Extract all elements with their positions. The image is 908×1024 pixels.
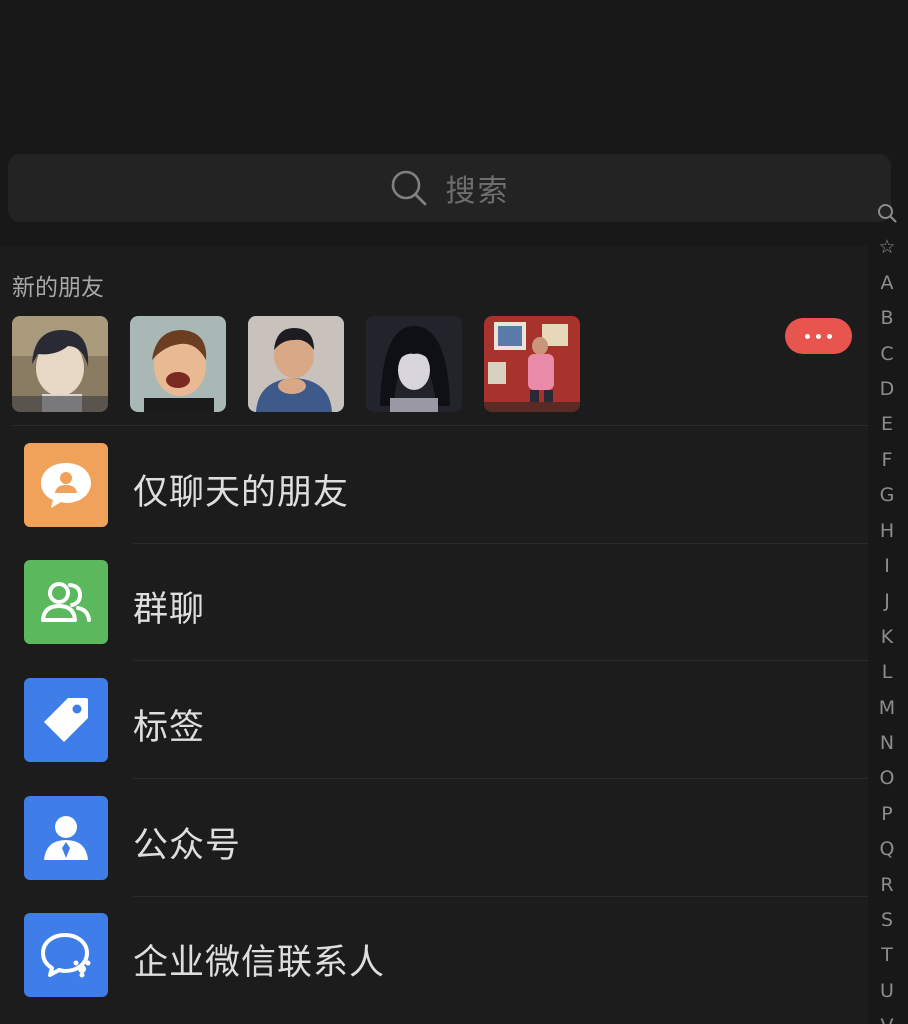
- official-account-icon: [24, 796, 108, 880]
- search-placeholder: 搜索: [445, 174, 510, 209]
- entry-enterprise-contacts[interactable]: 企业微信联系人: [0, 896, 868, 1013]
- tag-icon: [24, 678, 108, 762]
- index-search-icon[interactable]: [870, 196, 904, 228]
- entry-tags[interactable]: 标签: [0, 661, 868, 778]
- index-letter[interactable]: Q: [870, 833, 904, 865]
- avatar-room-pink-shirt[interactable]: [484, 316, 580, 412]
- search-bar[interactable]: 搜索: [8, 154, 891, 222]
- index-letter[interactable]: J: [870, 585, 904, 617]
- index-letter[interactable]: A: [870, 267, 904, 299]
- index-letter[interactable]: R: [870, 869, 904, 901]
- index-letter[interactable]: H: [870, 515, 904, 547]
- entry-chat-only-friends[interactable]: 仅聊天的朋友: [0, 426, 868, 543]
- entry-label: 企业微信联系人: [133, 943, 386, 983]
- avatar-laughing-child[interactable]: [130, 316, 226, 412]
- entry-label: 仅聊天的朋友: [133, 473, 350, 513]
- index-letter[interactable]: T: [870, 939, 904, 971]
- index-letter[interactable]: G: [870, 479, 904, 511]
- entry-group-chats[interactable]: 群聊: [0, 543, 868, 660]
- index-letter[interactable]: P: [870, 798, 904, 830]
- enterprise-contact-icon: [24, 913, 108, 997]
- index-letter[interactable]: V: [870, 1010, 904, 1024]
- index-letter[interactable]: O: [870, 762, 904, 794]
- index-star-icon[interactable]: ☆: [870, 231, 904, 263]
- search-icon: [390, 169, 428, 207]
- index-letter[interactable]: B: [870, 302, 904, 334]
- entry-official-accounts[interactable]: 公众号: [0, 779, 868, 896]
- index-letter[interactable]: E: [870, 408, 904, 440]
- avatar-anime-boy[interactable]: [12, 316, 108, 412]
- group-icon: [24, 560, 108, 644]
- index-letter[interactable]: U: [870, 975, 904, 1007]
- index-letter[interactable]: D: [870, 373, 904, 405]
- more-button[interactable]: [785, 318, 852, 354]
- index-letter[interactable]: M: [870, 692, 904, 724]
- index-letter[interactable]: K: [870, 621, 904, 653]
- index-letter[interactable]: I: [870, 550, 904, 582]
- index-letter[interactable]: N: [870, 727, 904, 759]
- index-letter[interactable]: L: [870, 656, 904, 688]
- chat-person-icon: [24, 443, 108, 527]
- avatar-anime-dark-hair[interactable]: [366, 316, 462, 412]
- index-letter[interactable]: F: [870, 444, 904, 476]
- contacts-page: 搜索 新的朋友 仅聊天的朋友 群聊 标签 公众号 企业微信联系人 ☆ A B C…: [0, 0, 908, 1024]
- index-letter[interactable]: S: [870, 904, 904, 936]
- new-friends-title: 新的朋友: [12, 275, 104, 301]
- entry-label: 公众号: [133, 826, 242, 866]
- more-dots-icon: [805, 333, 810, 339]
- avatar-boy-blue-shirt[interactable]: [248, 316, 344, 412]
- index-letter[interactable]: C: [870, 338, 904, 370]
- entry-label: 群聊: [133, 590, 206, 630]
- entry-label: 标签: [133, 708, 206, 748]
- alphabet-index[interactable]: ☆ ABCDEFGHIJKLMNOPQRSTUV: [870, 196, 904, 1024]
